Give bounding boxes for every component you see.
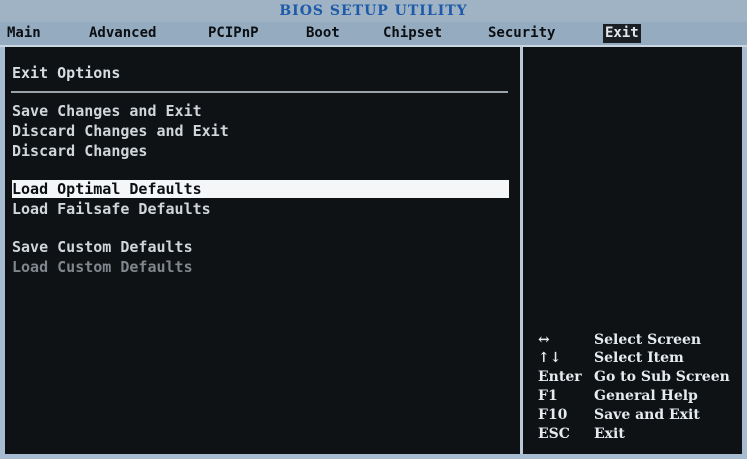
menu-advanced[interactable]: Advanced — [89, 24, 156, 43]
option-discard-changes-and-exit[interactable]: Discard Changes and Exit — [12, 122, 229, 140]
help-key-esc: ESC — [538, 426, 570, 442]
frame-right-border — [742, 47, 747, 459]
help-key-f1: F1 — [538, 388, 558, 404]
section-title: Exit Options — [12, 64, 121, 82]
help-desc-exit: Exit — [594, 426, 625, 442]
app-title: BIOS SETUP UTILITY — [279, 3, 468, 19]
help-key-arrows-lr: ↔ — [538, 332, 550, 348]
frame-left-border — [0, 47, 5, 459]
menu-boot[interactable]: Boot — [306, 24, 340, 43]
menu-main[interactable]: Main — [7, 24, 41, 43]
menu-exit[interactable]: Exit — [603, 24, 641, 43]
option-load-custom-defaults: Load Custom Defaults — [12, 258, 193, 276]
panel-divider — [520, 47, 523, 454]
option-save-changes-and-exit[interactable]: Save Changes and Exit — [12, 102, 202, 120]
option-load-optimal-defaults[interactable]: Load Optimal Defaults — [12, 180, 509, 198]
help-desc-go-to-sub-screen: Go to Sub Screen — [594, 369, 730, 385]
menu-pcipnp[interactable]: PCIPnP — [208, 24, 259, 43]
menu-security[interactable]: Security — [488, 24, 555, 43]
section-divider — [11, 91, 508, 93]
frame-bottom-border — [0, 454, 747, 459]
help-desc-save-and-exit: Save and Exit — [594, 407, 700, 423]
option-discard-changes[interactable]: Discard Changes — [12, 142, 147, 160]
option-load-failsafe-defaults[interactable]: Load Failsafe Defaults — [12, 200, 211, 218]
help-desc-select-item: Select Item — [594, 350, 684, 366]
help-desc-general-help: General Help — [594, 388, 698, 404]
help-key-f10: F10 — [538, 407, 568, 423]
menu-chipset[interactable]: Chipset — [383, 24, 442, 43]
option-save-custom-defaults[interactable]: Save Custom Defaults — [12, 238, 193, 256]
help-key-enter: Enter — [538, 369, 582, 385]
help-key-arrows-ud: ↑↓ — [538, 350, 562, 366]
bios-screen: BIOS SETUP UTILITY Main Advanced PCIPnP … — [0, 0, 747, 459]
help-desc-select-screen: Select Screen — [594, 332, 702, 348]
menu-bar: Main Advanced PCIPnP Boot Chipset Securi… — [0, 22, 747, 47]
title-bar: BIOS SETUP UTILITY — [0, 0, 747, 22]
